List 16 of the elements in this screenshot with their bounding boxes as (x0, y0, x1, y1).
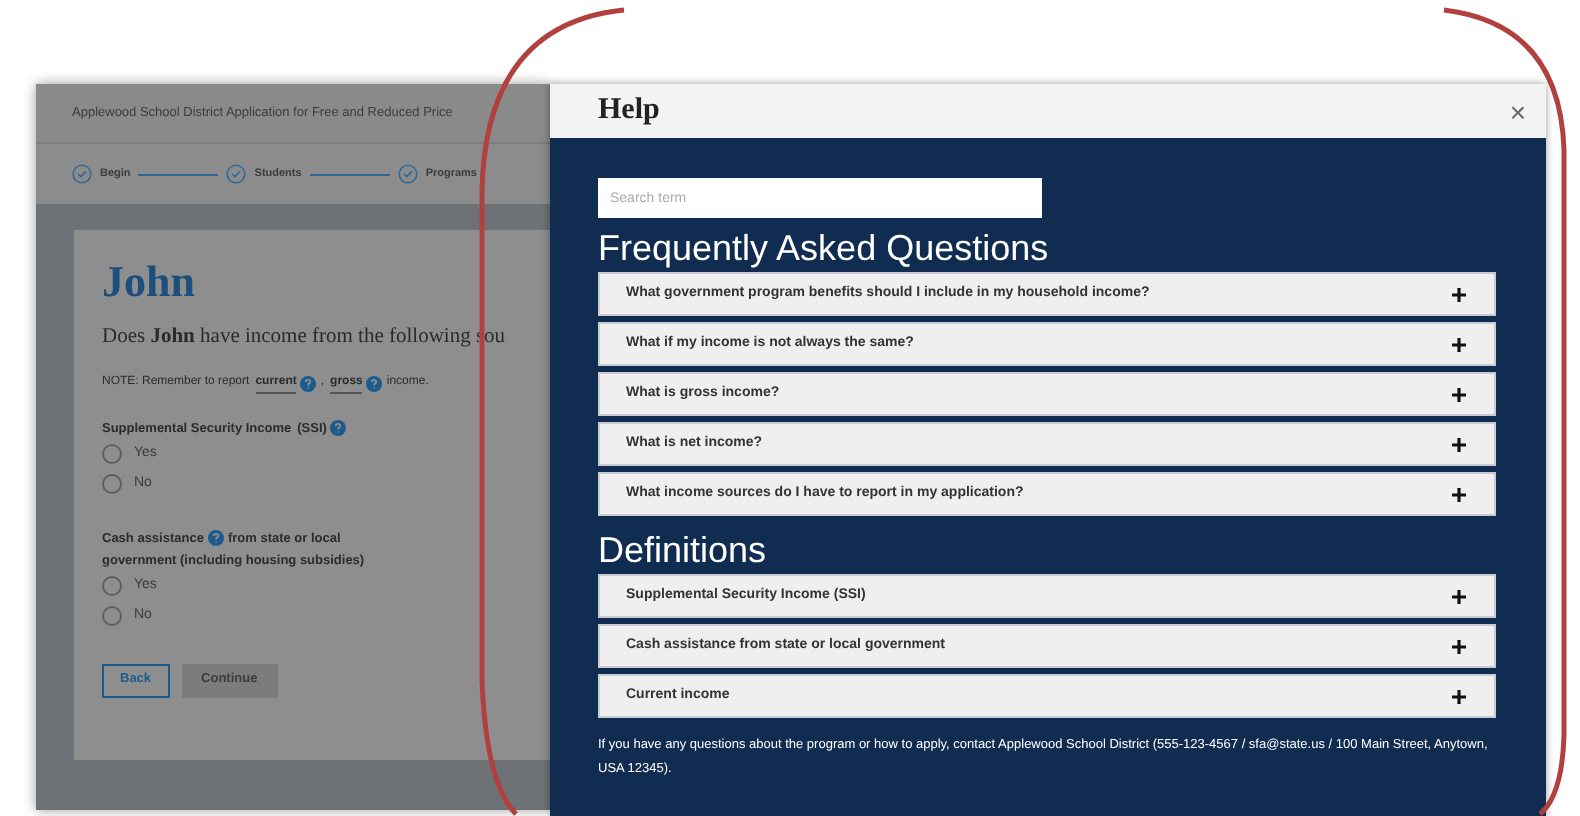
dialog-title: Help (598, 92, 660, 131)
check-circle-icon (72, 164, 92, 184)
radio-button[interactable] (102, 474, 122, 495)
section-heading: Frequently Asked Questions (598, 226, 1051, 270)
help-icon[interactable] (207, 530, 224, 547)
radio-button[interactable] (102, 444, 122, 465)
close-button[interactable]: × (1509, 97, 1526, 125)
section-heading: Definitions (598, 528, 769, 572)
help-icon[interactable] (330, 420, 347, 437)
radio-button[interactable] (102, 576, 122, 597)
help-icon[interactable] (300, 375, 317, 392)
check-circle-icon (226, 164, 247, 184)
radio-button[interactable] (102, 606, 122, 627)
student-name: John (102, 258, 197, 306)
check-circle-icon (397, 164, 418, 184)
help-icon[interactable] (366, 375, 383, 392)
